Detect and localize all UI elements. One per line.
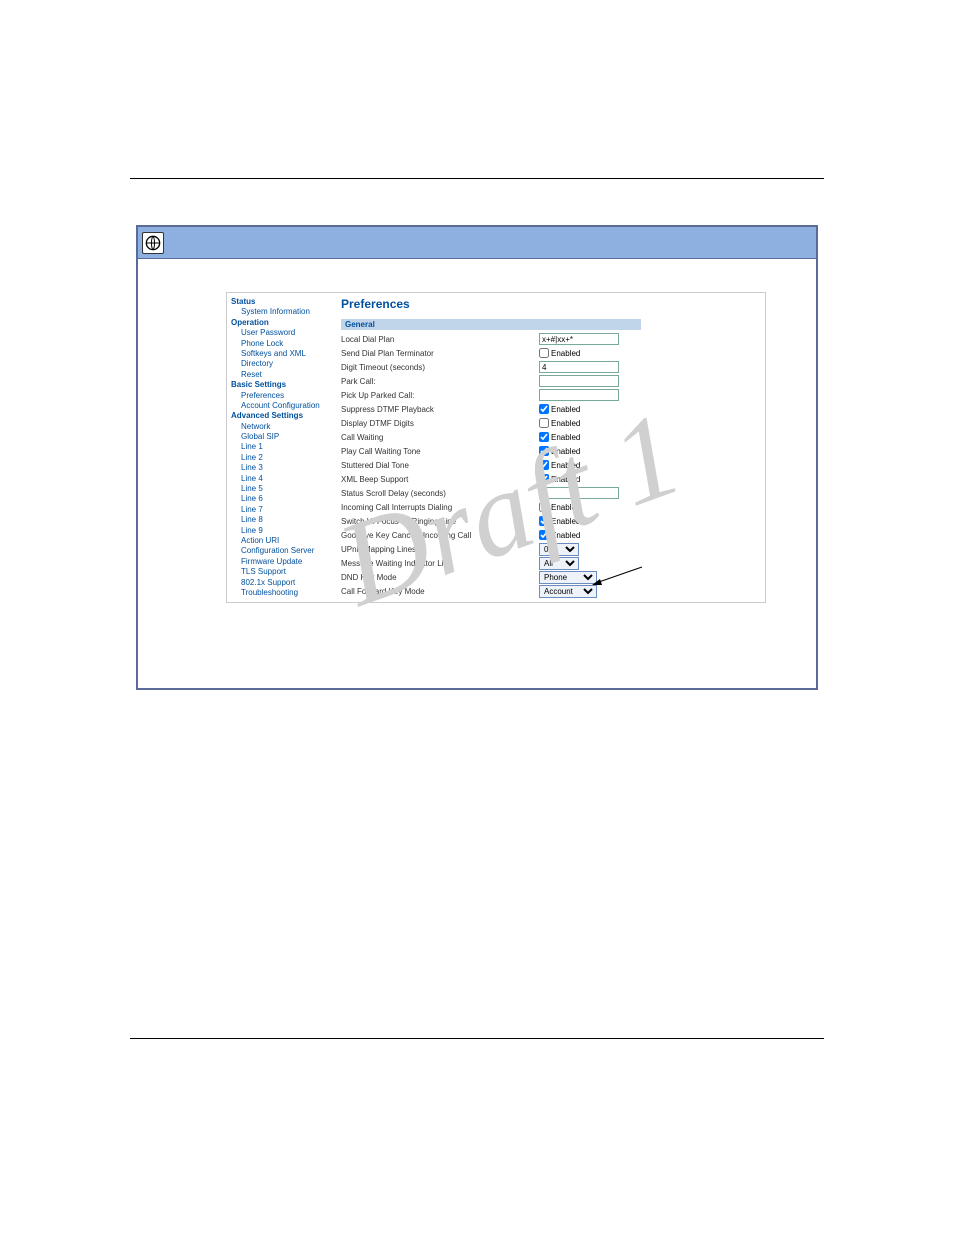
lbl-scrolld: Status Scroll Delay (seconds): [341, 489, 539, 498]
nav-line6[interactable]: Line 6: [231, 494, 333, 504]
content-area: Preferences General Local Dial Plan Send…: [333, 293, 765, 602]
nav-line2[interactable]: Line 2: [231, 453, 333, 463]
lbl-incint: Incoming Call Interrupts Dialing: [341, 503, 539, 512]
lbl-cfwdmode: Call Forward Key Mode: [341, 587, 539, 596]
nav-network[interactable]: Network: [231, 422, 333, 432]
nav-dot1x[interactable]: 802.1x Support: [231, 578, 333, 588]
nav-cfgserver[interactable]: Configuration Server: [231, 546, 333, 556]
cb-switchui-text: Enabled: [551, 517, 580, 526]
lbl-xmlbeep: XML Beep Support: [341, 475, 539, 484]
lbl-digitto: Digit Timeout (seconds): [341, 363, 539, 372]
cb-stutter[interactable]: [539, 460, 549, 470]
sel-upnp[interactable]: 0: [539, 543, 579, 556]
lbl-playcwt: Play Call Waiting Tone: [341, 447, 539, 456]
cb-senddpt-text: Enabled: [551, 349, 580, 358]
input-localdial[interactable]: [539, 333, 619, 345]
nav-actionuri[interactable]: Action URI: [231, 536, 333, 546]
callout-arrow-icon: [590, 565, 644, 589]
cb-playcwt-text: Enabled: [551, 447, 580, 456]
lbl-goodbye: Goodbye Key Cancels Incoming Call: [341, 531, 539, 540]
nav-directory[interactable]: Directory: [231, 359, 333, 369]
config-panel: Status System Information Operation User…: [226, 292, 766, 603]
nav-tls[interactable]: TLS Support: [231, 567, 333, 577]
nav-head-advanced: Advanced Settings: [231, 411, 333, 421]
cb-xmlbeep[interactable]: [539, 474, 549, 484]
nav-acct[interactable]: Account Configuration: [231, 401, 333, 411]
nav-sidebar: Status System Information Operation User…: [227, 293, 333, 602]
lbl-mwi: Message Waiting Indicator Line: [341, 559, 539, 568]
cb-incint-text: Enabled: [551, 503, 580, 512]
nav-line4[interactable]: Line 4: [231, 474, 333, 484]
section-general: General: [341, 319, 641, 330]
lbl-senddpt: Send Dial Plan Terminator: [341, 349, 539, 358]
input-pickup[interactable]: [539, 389, 619, 401]
cb-dispdtmf[interactable]: [539, 418, 549, 428]
lbl-dispdtmf: Display DTMF Digits: [341, 419, 539, 428]
lbl-supdtmf: Suppress DTMF Playback: [341, 405, 539, 414]
cb-playcwt[interactable]: [539, 446, 549, 456]
nav-head-basic: Basic Settings: [231, 380, 333, 390]
nav-globalsip[interactable]: Global SIP: [231, 432, 333, 442]
lbl-localdial: Local Dial Plan: [341, 335, 539, 344]
nav-phonelock[interactable]: Phone Lock: [231, 339, 333, 349]
nav-sysinfo[interactable]: System Information: [231, 307, 333, 317]
nav-softkeys[interactable]: Softkeys and XML: [231, 349, 333, 359]
lbl-stutter: Stuttered Dial Tone: [341, 461, 539, 470]
cb-callwait[interactable]: [539, 432, 549, 442]
nav-line3[interactable]: Line 3: [231, 463, 333, 473]
sel-mwi[interactable]: All: [539, 557, 579, 570]
browser-frame: Status System Information Operation User…: [136, 225, 818, 690]
globe-icon: [142, 232, 164, 254]
cb-xmlbeep-text: Enabled: [551, 475, 580, 484]
nav-trouble[interactable]: Troubleshooting: [231, 588, 333, 598]
sel-cfwdmode[interactable]: Account: [539, 585, 597, 598]
nav-fw[interactable]: Firmware Update: [231, 557, 333, 567]
nav-line7[interactable]: Line 7: [231, 505, 333, 515]
nav-line9[interactable]: Line 9: [231, 526, 333, 536]
lbl-switchui: Switch UI Focus To Ringing Line: [341, 517, 539, 526]
page-bottom-rule: [130, 1038, 824, 1039]
nav-line5[interactable]: Line 5: [231, 484, 333, 494]
page-top-rule: [130, 178, 824, 179]
lbl-park: Park Call:: [341, 377, 539, 386]
input-digitto[interactable]: [539, 361, 619, 373]
nav-head-operation: Operation: [231, 318, 333, 328]
sel-dndmode[interactable]: Phone: [539, 571, 597, 584]
cb-callwait-text: Enabled: [551, 433, 580, 442]
cb-dispdtmf-text: Enabled: [551, 419, 580, 428]
cb-stutter-text: Enabled: [551, 461, 580, 470]
cb-switchui[interactable]: [539, 516, 549, 526]
cb-goodbye[interactable]: [539, 530, 549, 540]
lbl-dndmode: DND Key Mode: [341, 573, 539, 582]
lbl-callwait: Call Waiting: [341, 433, 539, 442]
lbl-upnp: UPnP Mapping Lines: [341, 545, 539, 554]
cb-senddpt[interactable]: [539, 348, 549, 358]
cb-incint[interactable]: [539, 502, 549, 512]
input-park[interactable]: [539, 375, 619, 387]
nav-userpw[interactable]: User Password: [231, 328, 333, 338]
input-scrolld[interactable]: [539, 487, 619, 499]
cb-supdtmf[interactable]: [539, 404, 549, 414]
cb-goodbye-text: Enabled: [551, 531, 580, 540]
nav-line8[interactable]: Line 8: [231, 515, 333, 525]
nav-line1[interactable]: Line 1: [231, 442, 333, 452]
banner-bar: [138, 227, 816, 259]
page-title: Preferences: [341, 297, 757, 311]
nav-reset[interactable]: Reset: [231, 370, 333, 380]
cb-supdtmf-text: Enabled: [551, 405, 580, 414]
lbl-pickup: Pick Up Parked Call:: [341, 391, 539, 400]
nav-prefs[interactable]: Preferences: [231, 391, 333, 401]
nav-head-status: Status: [231, 297, 333, 307]
